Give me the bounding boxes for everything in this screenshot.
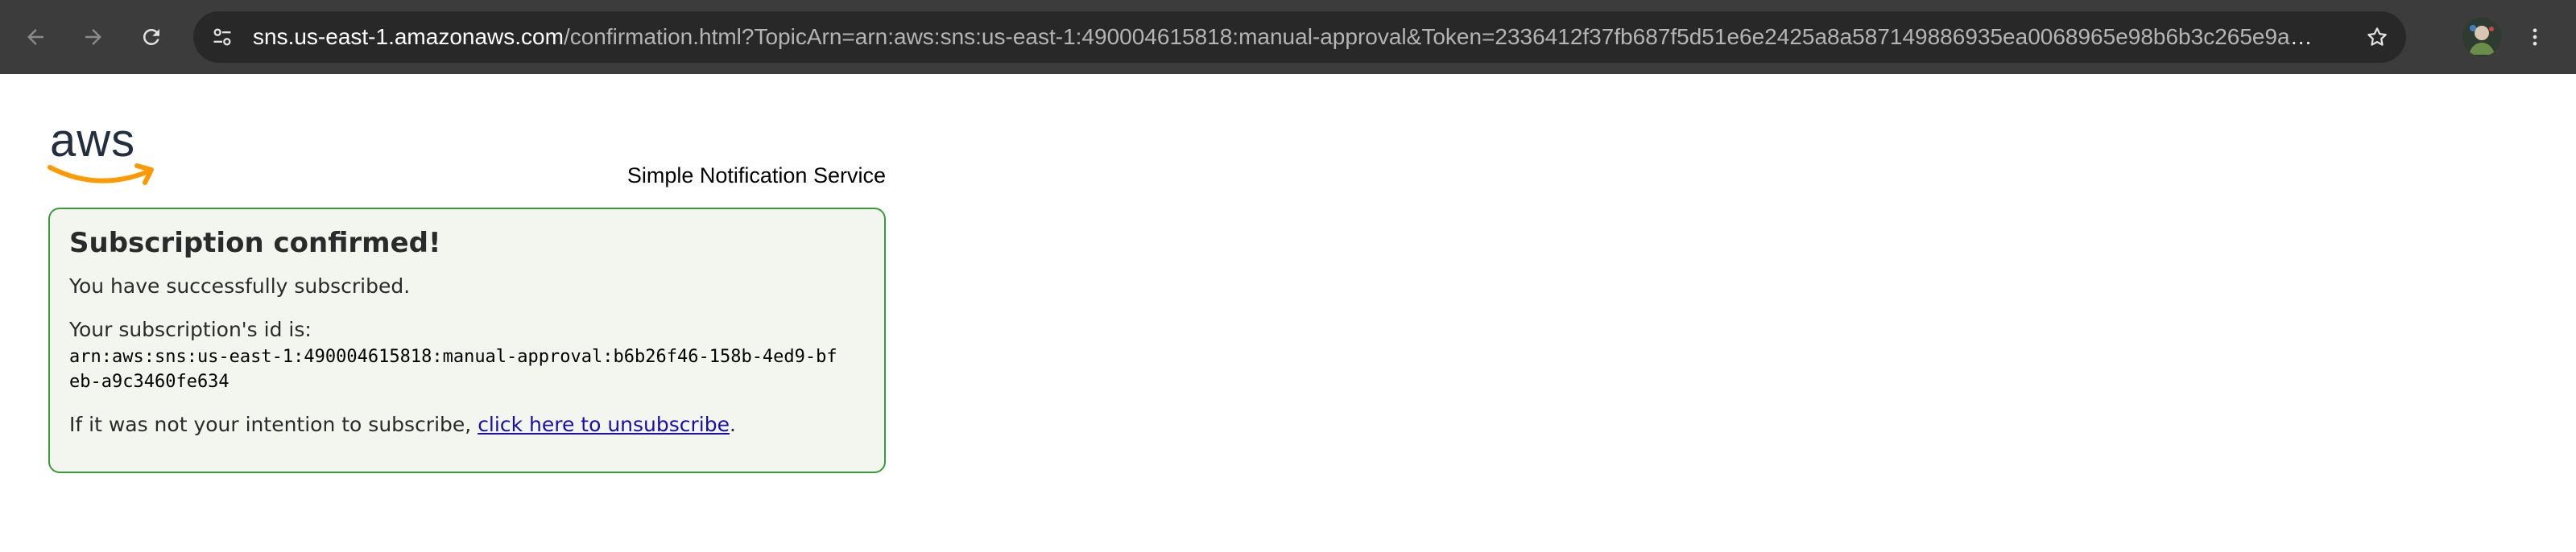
unsubscribe-prefix: If it was not your intention to subscrib… — [69, 413, 478, 436]
tune-icon — [213, 28, 231, 46]
aws-logo-text: aws — [50, 116, 135, 167]
kebab-menu-icon — [2533, 28, 2537, 46]
url-path: /confirmation.html?TopicArn=arn:aws:sns:… — [563, 24, 2314, 49]
arrow-right-icon — [85, 29, 101, 45]
subscription-id-label: Your subscription's id is: — [69, 318, 312, 341]
url-host: sns.us-east-1.amazonaws.com — [253, 24, 564, 49]
subscription-id-value: arn:aws:sns:us-east-1:490004615818:manua… — [69, 347, 837, 392]
page-content: aws Simple Notification Service Subscrip… — [0, 74, 2576, 552]
url-text[interactable]: sns.us-east-1.amazonaws.com/confirmation… — [253, 11, 2314, 63]
star-icon — [2367, 27, 2387, 46]
confirmation-panel: Subscription confirmed! You have success… — [48, 208, 886, 473]
site-info-button[interactable] — [201, 16, 243, 58]
back-button[interactable] — [10, 11, 61, 63]
reload-button[interactable] — [126, 11, 177, 63]
page-header: aws Simple Notification Service — [47, 116, 886, 188]
success-message: You have successfully subscribed. — [69, 274, 411, 298]
reload-icon — [143, 28, 159, 45]
address-bar[interactable]: sns.us-east-1.amazonaws.com/confirmation… — [193, 11, 2406, 63]
avatar[interactable] — [2462, 18, 2501, 56]
forward-button[interactable] — [68, 11, 119, 63]
unsubscribe-link[interactable]: click here to unsubscribe — [478, 413, 730, 436]
profile-avatar-icon — [2462, 18, 2501, 56]
aws-logo: aws — [48, 116, 154, 185]
unsubscribe-suffix: . — [730, 413, 736, 436]
page-title: Subscription confirmed! — [69, 227, 441, 259]
arrow-left-icon — [27, 29, 43, 45]
service-name: Simple Notification Service — [626, 163, 886, 187]
unsubscribe-text: If it was not your intention to subscrib… — [69, 412, 865, 438]
bookmark-button[interactable] — [2356, 16, 2398, 58]
browser-toolbar: sns.us-east-1.amazonaws.com/confirmation… — [0, 0, 2576, 74]
browser-menu-button[interactable] — [2516, 18, 2554, 56]
